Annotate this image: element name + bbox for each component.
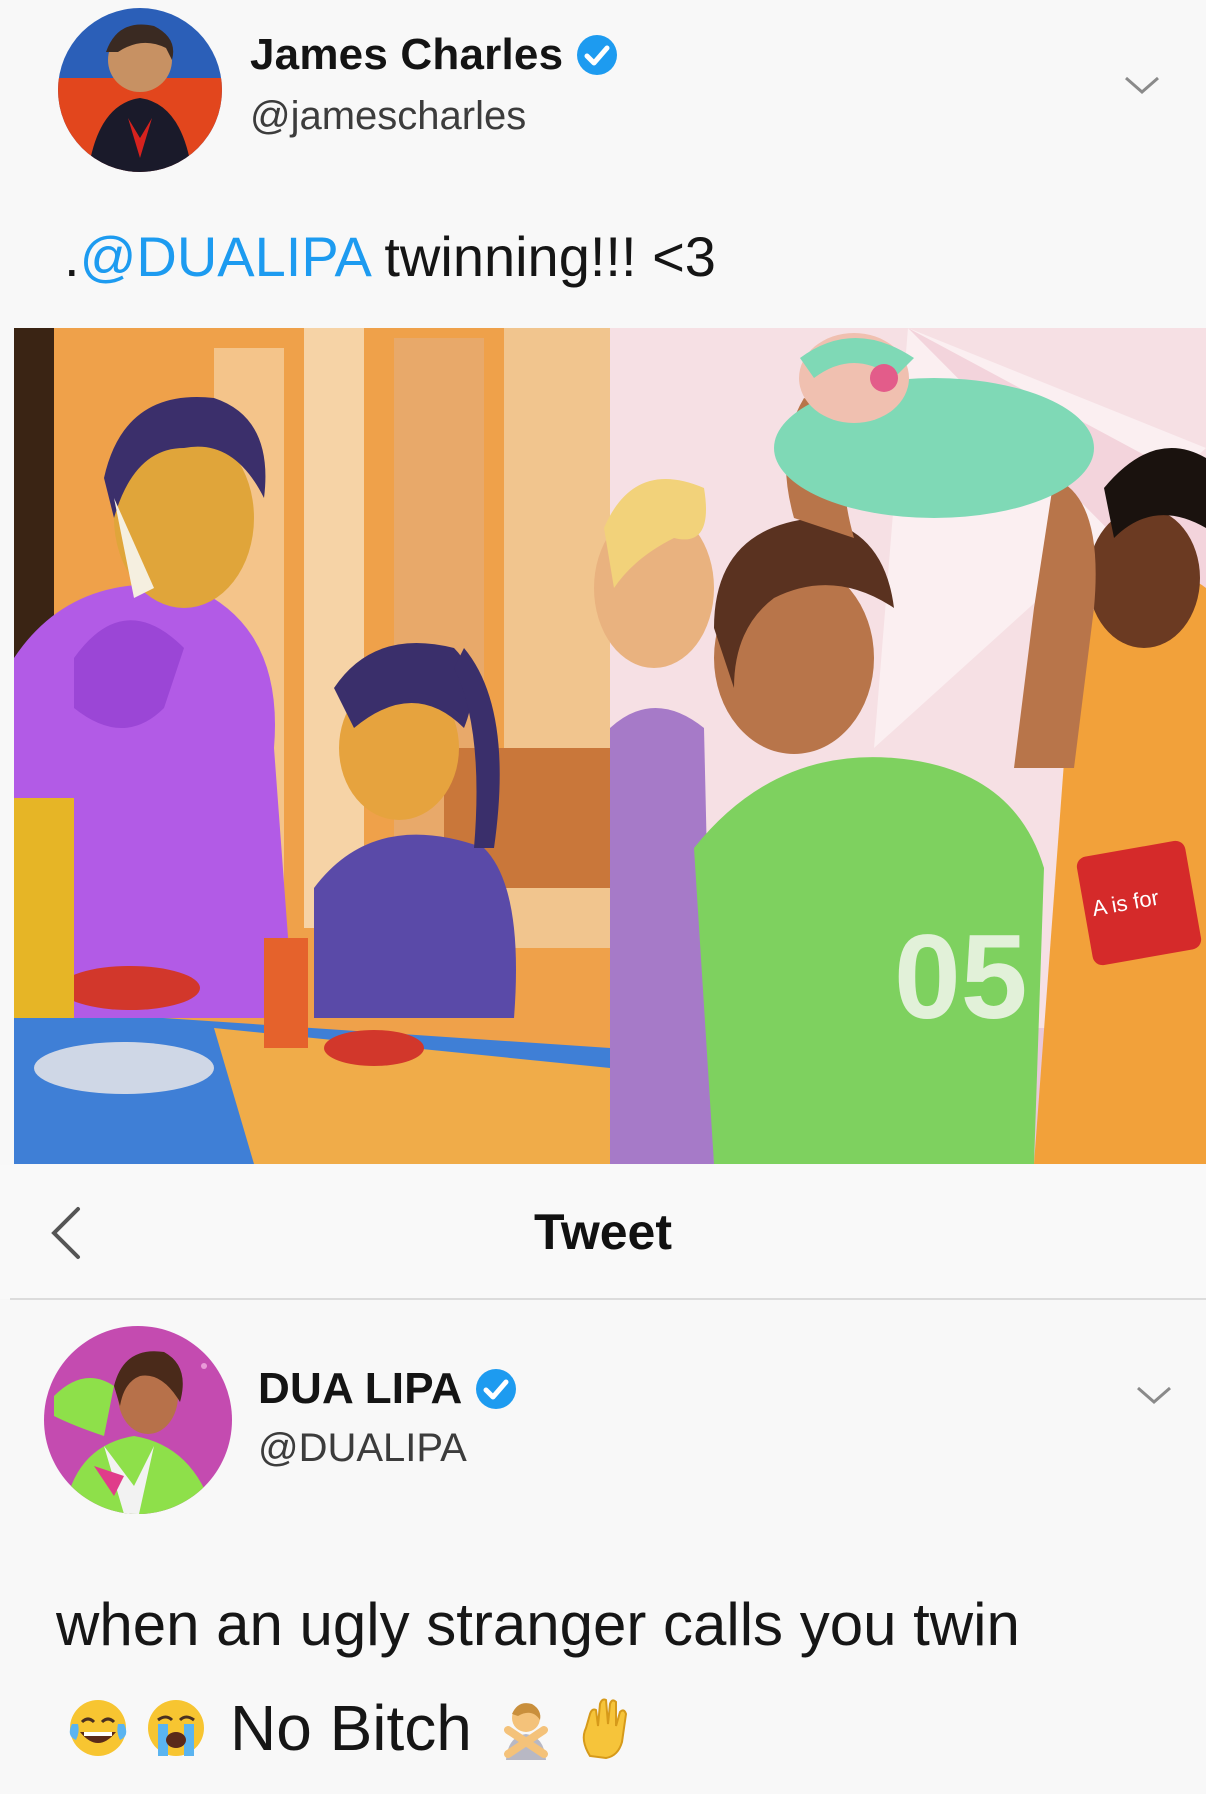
loudly-crying-face-icon	[148, 1700, 204, 1756]
raised-hand-icon	[582, 1698, 627, 1760]
tweet-media[interactable]: 05 A is for	[14, 328, 1206, 1164]
verified-badge-icon	[577, 35, 618, 75]
face-with-tears-of-joy-icon	[69, 1700, 127, 1756]
mention-link[interactable]: @DUALIPA	[80, 225, 369, 288]
svg-text:05: 05	[894, 910, 1027, 1044]
reply-text-line2-label: No Bitch	[230, 1692, 472, 1764]
chevron-down-icon[interactable]	[1134, 1384, 1174, 1408]
verified-badge-icon	[476, 1369, 517, 1409]
comic-panel-left	[14, 328, 610, 1164]
author-handle[interactable]: @jamescharles	[250, 94, 526, 139]
comic-panel-right: 05 A is for	[594, 328, 1206, 1164]
reply-text-line2: No Bitch	[66, 1688, 636, 1768]
avatar[interactable]	[58, 8, 222, 172]
tweet-card: James Charles @jamescharles .@DUALIPA tw…	[0, 0, 1206, 1165]
page-title: Tweet	[534, 1204, 672, 1260]
chevron-down-icon[interactable]	[1122, 74, 1162, 98]
nav-bar: Tweet	[0, 1165, 1206, 1299]
reply-text-line1: when an ugly stranger calls you twin	[56, 1591, 1020, 1658]
tweet-text-rest: twinning!!! <3	[368, 225, 716, 288]
tweet-text: .@DUALIPA twinning!!! <3	[64, 224, 716, 289]
reply-avatar[interactable]	[44, 1326, 232, 1514]
tweet-text-prefix: .	[64, 225, 80, 288]
person-gesturing-no-icon	[503, 1703, 548, 1760]
reply-author-name[interactable]: DUA LIPA	[258, 1364, 462, 1414]
reply-author-handle[interactable]: @DUALIPA	[258, 1426, 467, 1471]
author-name[interactable]: James Charles	[250, 30, 563, 80]
